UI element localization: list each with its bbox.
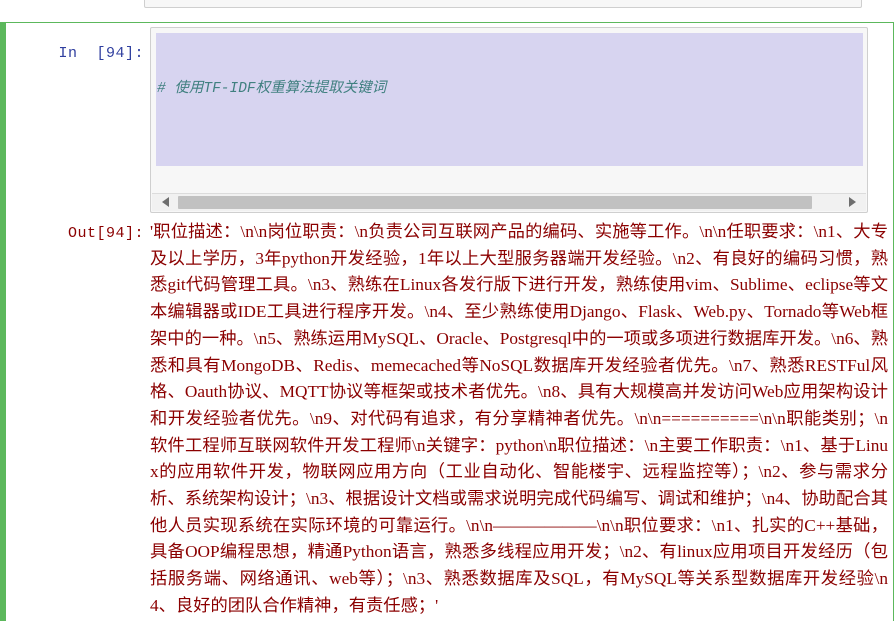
previous-cell-input-box[interactable] [144,0,862,8]
input-prompt-label: In [94]: [58,45,144,62]
scroll-left-arrow-icon[interactable] [162,197,169,207]
horizontal-scrollbar-thumb[interactable] [178,196,812,209]
code-comment-1: # 使用TF-IDF权重算法提取关键词 [157,81,387,97]
cell-input-row: In [94]: # 使用TF-IDF权重算法提取关键词 jieba.load_… [6,27,893,215]
previous-cell-strip [0,0,894,22]
notebook-cell-selected[interactable]: In [94]: # 使用TF-IDF权重算法提取关键词 jieba.load_… [0,22,894,621]
code-line-2-blank [157,144,867,166]
scroll-right-arrow-icon[interactable] [849,197,856,207]
output-prompt-label: Out[94]: [67,225,144,242]
code-line-1: # 使用TF-IDF权重算法提取关键词 [157,78,867,100]
code-lines[interactable]: # 使用TF-IDF权重算法提取关键词 jieba.load_userdict(… [151,28,867,188]
code-horizontal-scrollbar[interactable] [152,193,866,211]
cell-output-text: '职位描述：\n\n岗位职责：\n负责公司互联网产品的编码、实施等工作。\n\n… [150,222,888,615]
code-editor[interactable]: # 使用TF-IDF权重算法提取关键词 jieba.load_userdict(… [150,27,868,213]
